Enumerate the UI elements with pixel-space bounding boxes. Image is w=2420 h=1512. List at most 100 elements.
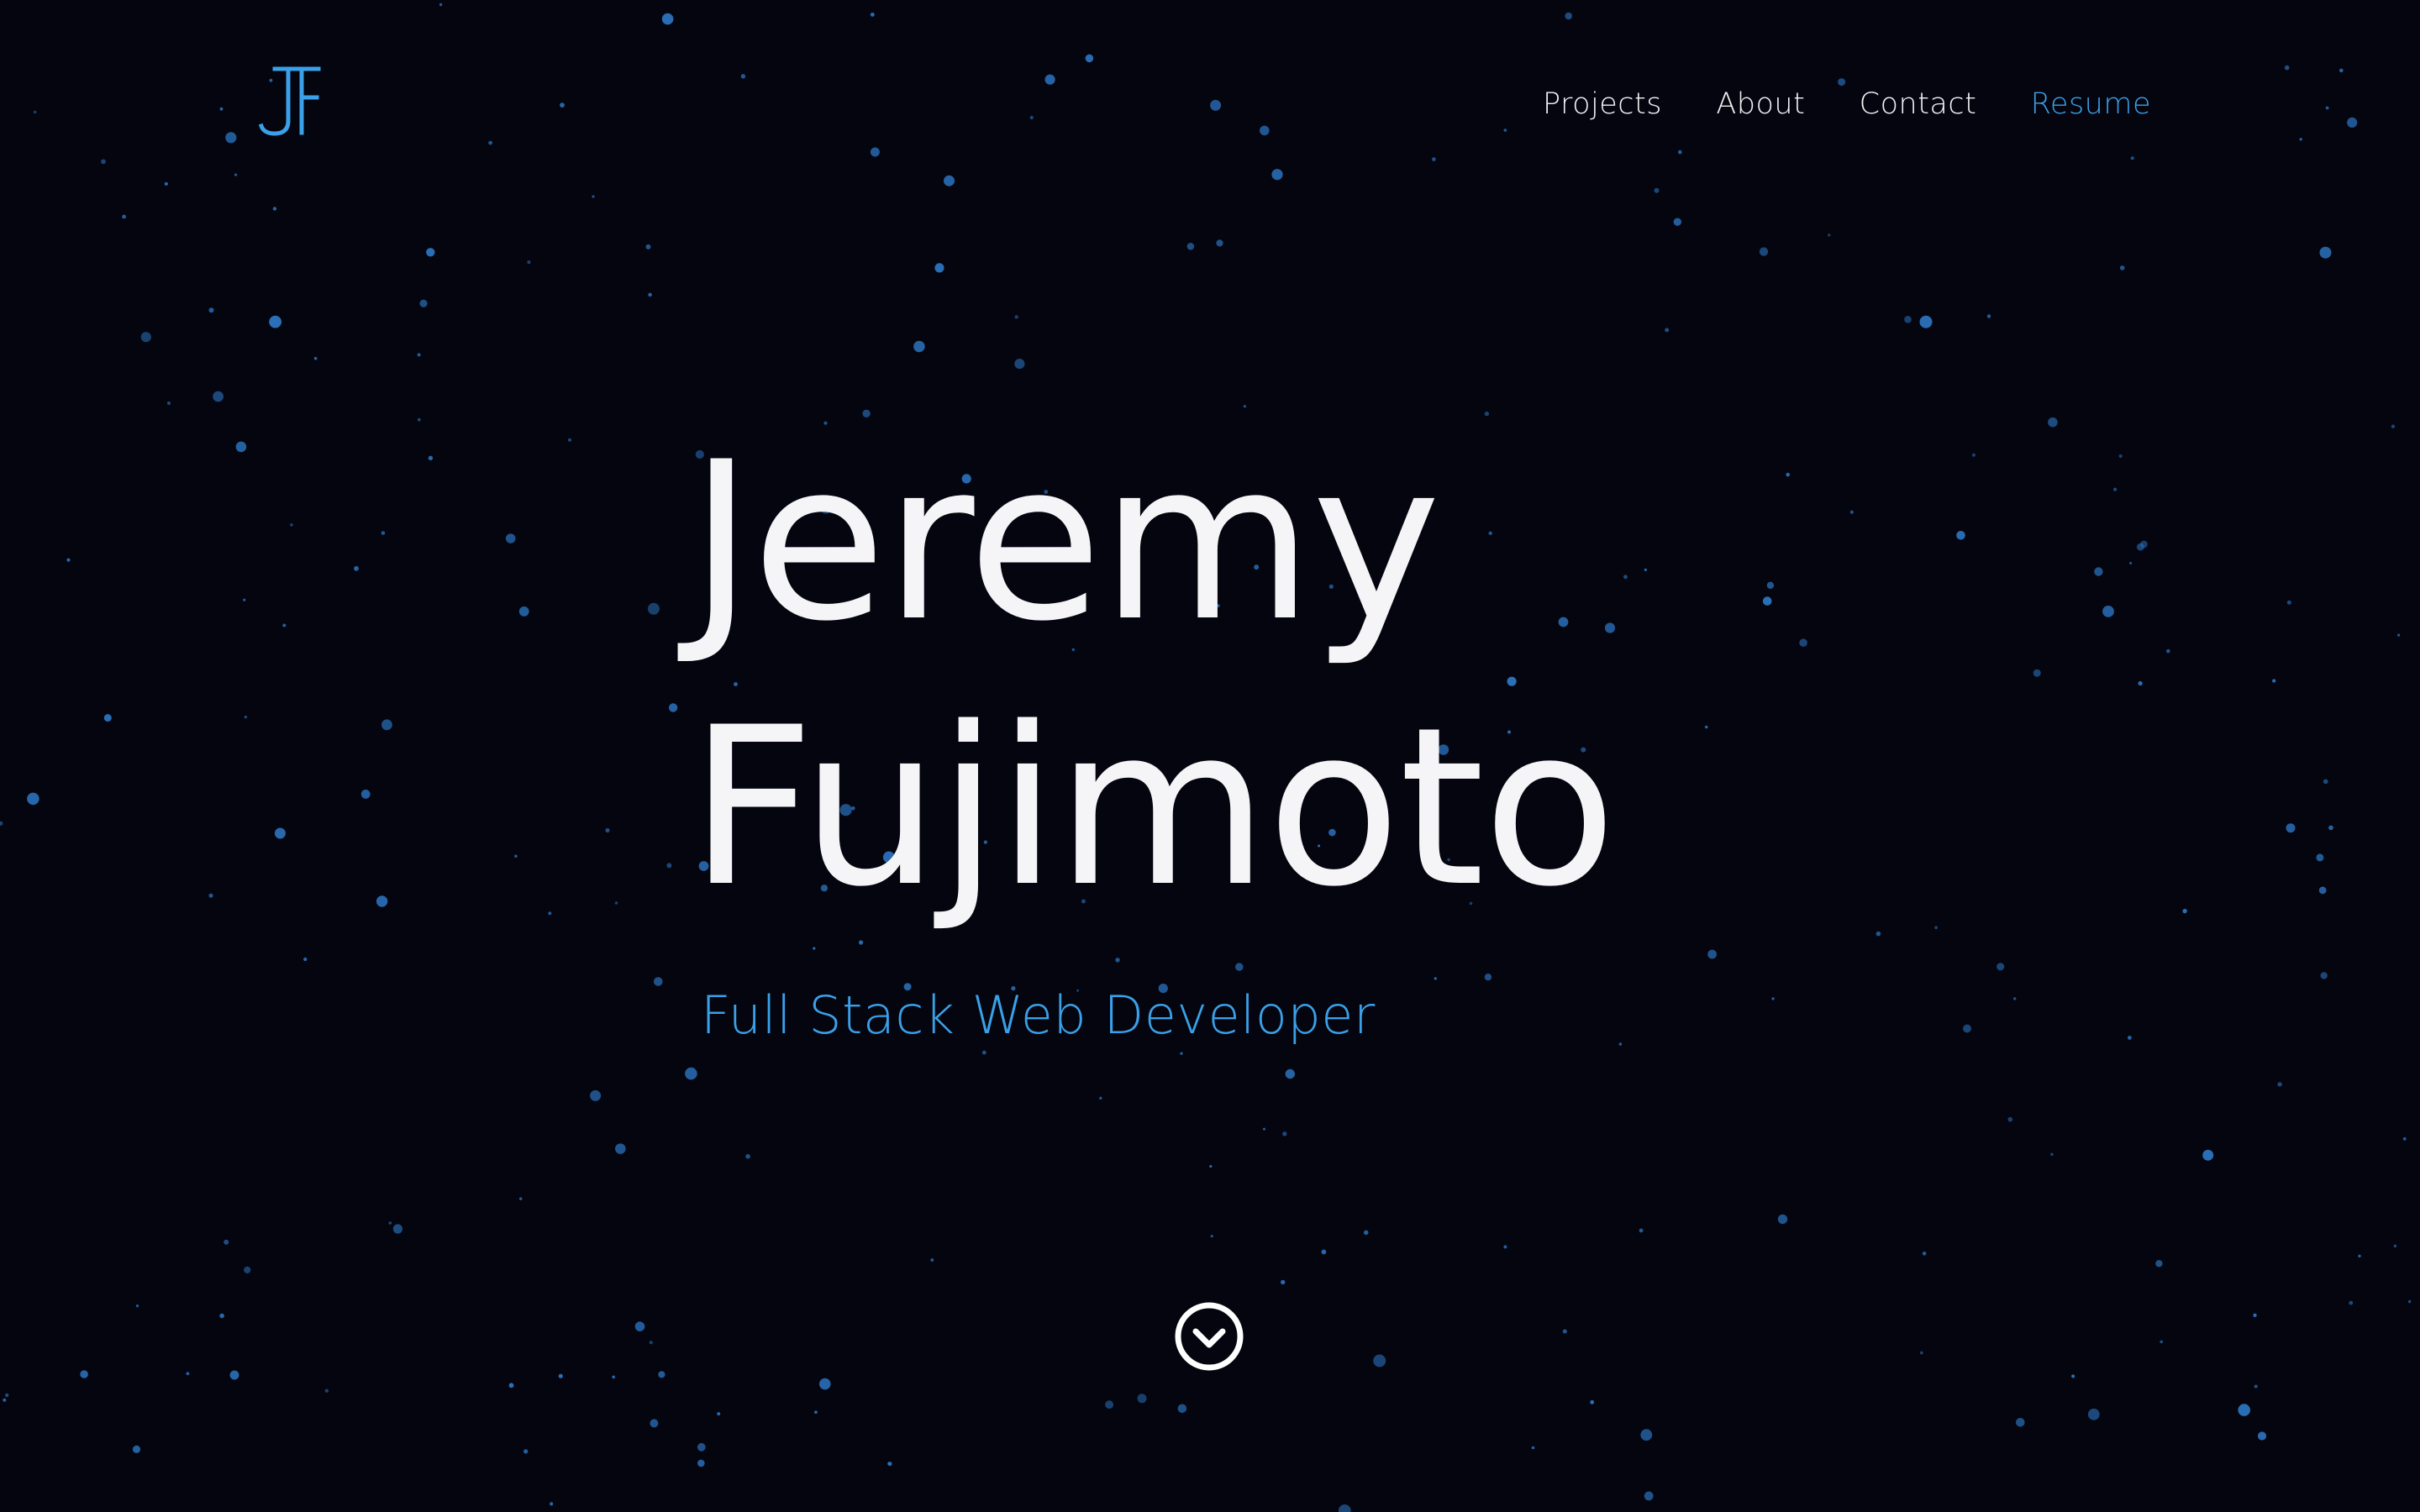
star-dot [814,1410,818,1414]
star-dot [2407,1299,2412,1304]
star-dot [1260,125,1270,136]
hero-subtitle: Full Stack Web Developer [701,984,1376,1046]
star-dot [2102,606,2114,617]
star-dot [0,821,3,826]
star-dot [1044,74,1055,85]
star-dot [140,332,151,343]
star-dot [1210,1235,1213,1238]
star-dot [101,159,106,165]
star-dot [1180,1052,1183,1055]
star-dot [1209,1164,1213,1168]
star-dot [2254,1384,2258,1389]
star-dot [2130,156,2134,160]
star-dot [1137,1394,1147,1404]
star-dot [2339,68,2344,73]
nav-contact-link[interactable]: Contact [1860,87,1977,121]
star-dot [661,13,674,25]
star-dot [1014,315,1018,319]
star-dot [2393,1244,2397,1248]
star-dot [2318,886,2327,895]
star-dot [697,1459,705,1467]
star-dot [913,340,925,353]
star-dot [2277,1082,2282,1087]
star-dot [234,173,238,176]
star-dot [2257,1431,2267,1441]
star-dot [135,1305,139,1308]
star-dot [225,132,237,144]
star-dot [164,181,168,186]
star-dot [1099,1096,1102,1100]
star-dot [381,531,386,535]
star-dot [740,74,746,79]
star-dot [592,195,595,198]
star-dot [612,1375,615,1379]
star-dot [219,107,224,111]
star-dot [658,1371,666,1378]
star-dot [1177,1404,1187,1414]
star-dot [243,598,246,601]
jf-logo-icon[interactable] [256,66,322,136]
star-dot [654,977,663,986]
star-dot [360,790,371,799]
star-dot [887,1462,892,1466]
hero-first-name: Jeremy [689,416,1441,669]
star-dot [2286,823,2296,833]
star-dot [813,947,816,950]
star-dot [2071,1374,2075,1378]
star-dot [934,263,944,273]
star-dot [2128,1036,2132,1040]
star-dot [870,147,880,157]
star-dot [2320,972,2328,979]
star-dot [2094,567,2103,576]
star-dot [560,102,565,108]
star-dot [27,792,39,806]
star-dot [1678,150,1682,155]
star-dot [313,356,318,360]
star-dot [2402,1137,2407,1141]
star-dot [2323,779,2328,785]
star-dot [1828,234,1831,237]
star-dot [1235,963,1244,971]
star-dot [1085,54,1094,63]
star-dot [1963,1024,1971,1033]
star-dot [2238,1404,2250,1416]
star-dot [1263,1127,1265,1131]
star-dot [2118,454,2123,459]
star-dot [244,715,248,719]
star-dot [66,558,71,562]
star-dot [272,207,277,211]
chevron-down-circle-icon[interactable] [1173,1300,1245,1373]
star-dot [2016,1418,2025,1427]
star-dot [213,391,224,402]
star-dot [1956,531,1965,540]
star-dot [2349,1300,2354,1305]
star-dot [1373,1354,1386,1368]
star-dot [2286,600,2291,605]
star-dot [1644,1491,1654,1501]
star-dot [523,1449,529,1454]
star-dot [1640,1429,1653,1441]
star-dot [614,901,618,905]
star-dot [2119,265,2125,270]
star-dot [508,1383,514,1389]
star-dot [439,3,443,7]
nav-about-link[interactable]: About [1716,87,1805,121]
star-dot [354,565,359,571]
star-dot [488,140,492,145]
star-dot [224,1239,229,1245]
star-dot [1777,1214,1788,1225]
star-dot [666,863,672,869]
star-dot [615,1143,626,1154]
star-dot [167,402,171,405]
star-dot [2166,648,2170,654]
star-dot [2253,1313,2257,1318]
star-dot [1618,1042,1623,1046]
star-dot [605,827,610,833]
star-dot [650,1419,659,1428]
nav-projects-link[interactable]: Projects [1543,87,1662,121]
nav-resume-link[interactable]: Resume [2031,87,2151,121]
star-dot [1210,99,1222,111]
star-dot [282,623,287,627]
hero-last-name: Fujimoto [689,681,1617,935]
star-dot [2397,633,2401,637]
